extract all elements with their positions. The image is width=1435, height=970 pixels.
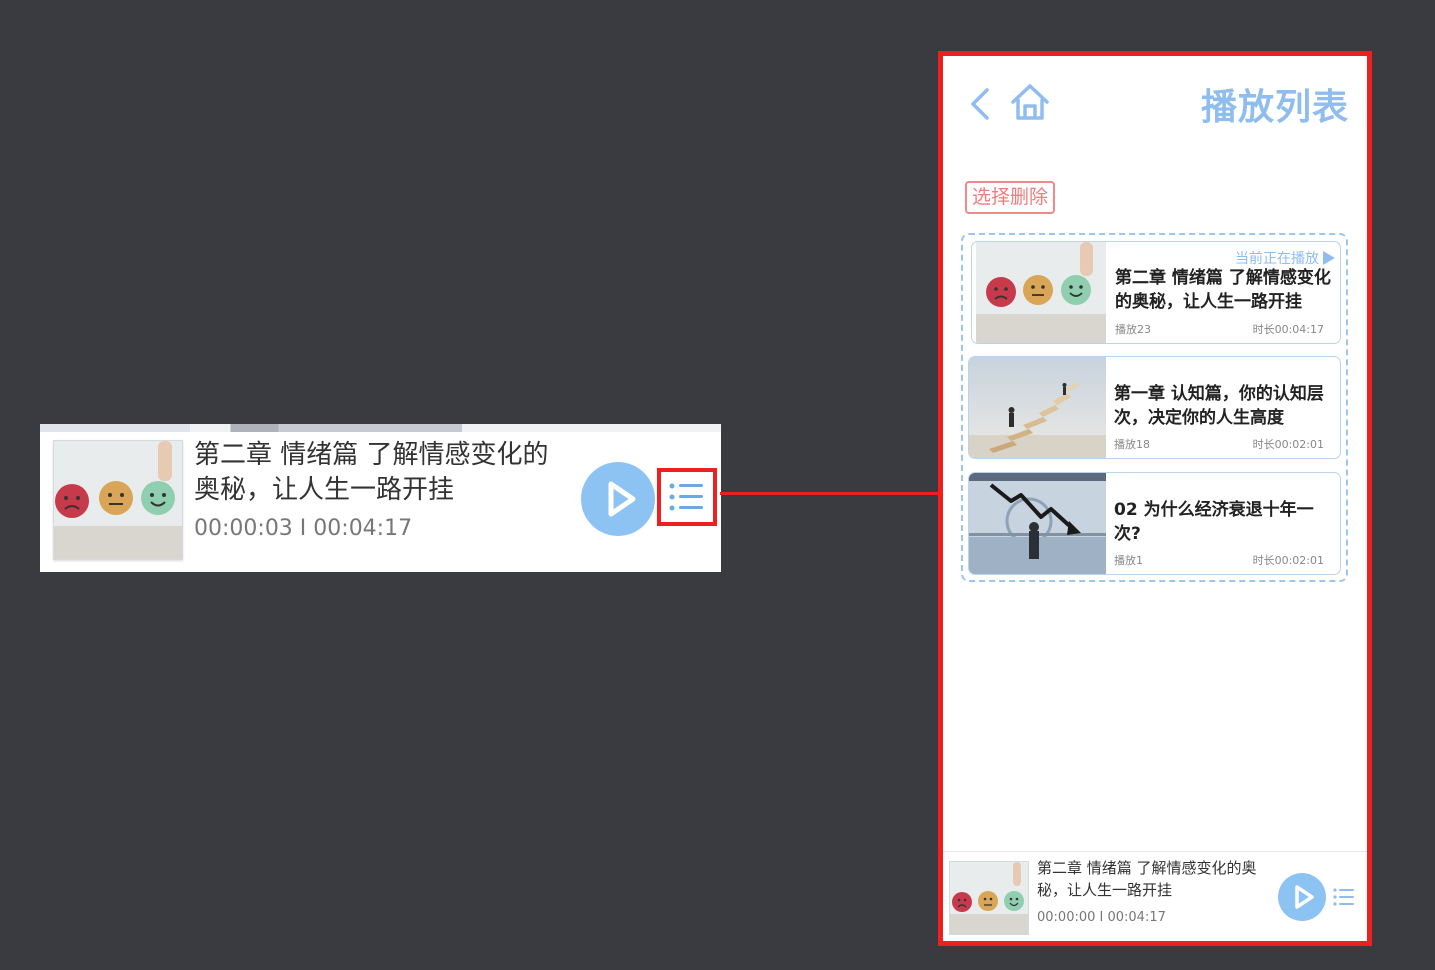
item-thumbnail [976, 242, 1106, 343]
item-title: 第一章 认知篇，你的认知层次，决定你的人生高度 [1114, 384, 1324, 428]
item-thumbnail [969, 473, 1106, 574]
play-icon [1295, 885, 1314, 909]
zoom-track-thumbnail [53, 440, 183, 560]
zoom-previous-item-peek [40, 424, 721, 432]
now-playing-indicator: 当前正在播放 [1235, 248, 1336, 268]
page-title: 播放列表 [1200, 87, 1349, 128]
item-duration: 时长00:04:17 [1252, 323, 1324, 336]
item-duration: 时长00:02:01 [1252, 554, 1324, 567]
mini-player: 第二章 情绪篇 了解情感变化的奥秘，让人生一路开挂 00:00:00 I 00:… [943, 851, 1367, 941]
player-thumbnail [949, 861, 1029, 935]
player-track-time: 00:00:00 I 00:04:17 [1037, 910, 1166, 925]
highlight-connector-line [720, 492, 948, 495]
zoomed-mini-player: 第二章 情绪篇 了解情感变化的奥秘，让人生一路开挂 00:00:03 I 00:… [40, 424, 721, 572]
item-play-count: 播放23 [1115, 323, 1151, 336]
playlist: 当前正在播放 第二章 情绪篇 了解情感变化的奥秘，让人生一路开挂 播放23 时长… [961, 233, 1348, 582]
item-duration: 时长00:02:01 [1252, 438, 1324, 451]
zoom-playlist-button[interactable] [657, 468, 717, 526]
zoom-play-button[interactable] [581, 462, 655, 536]
now-playing-label: 当前正在播放 [1235, 251, 1319, 267]
chevron-left-icon [971, 88, 989, 120]
list-icon [1333, 888, 1354, 906]
play-triangle-icon [1323, 251, 1335, 265]
playlist-button[interactable] [1333, 887, 1355, 907]
item-play-count: 播放18 [1114, 438, 1150, 451]
item-play-count: 播放1 [1114, 554, 1143, 567]
zoom-track-time: 00:00:03 I 00:04:17 [194, 516, 413, 541]
home-icon [1011, 84, 1049, 120]
player-track-title: 第二章 情绪篇 了解情感变化的奥秘，让人生一路开挂 [1037, 859, 1257, 899]
playlist-item[interactable]: 第一章 认知篇，你的认知层次，决定你的人生高度 播放18 时长00:02:01 [968, 356, 1341, 459]
playlist-item[interactable]: 当前正在播放 第二章 情绪篇 了解情感变化的奥秘，让人生一路开挂 播放23 时长… [971, 241, 1341, 344]
list-icon [669, 483, 703, 511]
play-button[interactable] [1278, 873, 1326, 921]
item-thumbnail [969, 357, 1106, 458]
back-button[interactable] [967, 86, 999, 122]
item-title: 第二章 情绪篇 了解情感变化的奥秘，让人生一路开挂 [1115, 268, 1331, 312]
phone-screen: 播放列表 选择删除 当前正在播放 第二章 情绪篇 了解情感变化的奥秘，让人生一路… [938, 51, 1372, 946]
home-button[interactable] [1009, 82, 1051, 122]
select-delete-button[interactable]: 选择删除 [965, 181, 1056, 214]
playlist-item[interactable]: 02 为什么经济衰退十年一次? 播放1 时长00:02:01 [968, 472, 1341, 575]
item-title: 02 为什么经济衰退十年一次? [1114, 500, 1314, 544]
play-icon [608, 481, 636, 517]
zoom-track-title: 第二章 情绪篇 了解情感变化的奥秘，让人生一路开挂 [194, 440, 549, 505]
